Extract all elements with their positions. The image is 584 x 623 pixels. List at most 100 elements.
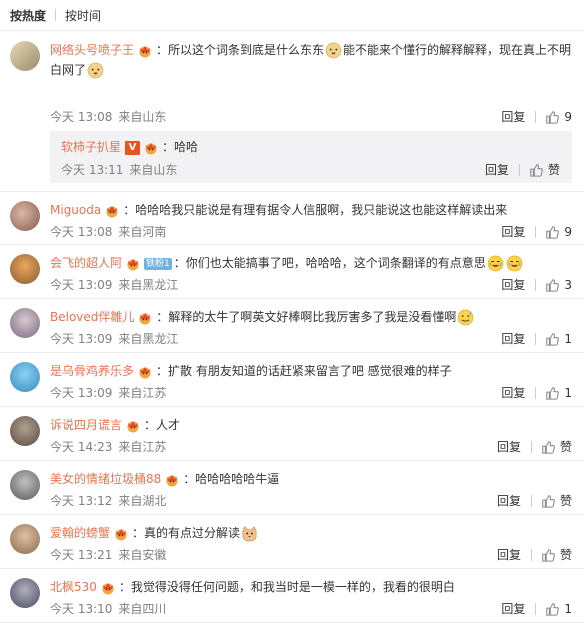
comment-location: 来自河南 bbox=[118, 225, 167, 239]
member-crown-icon bbox=[113, 527, 129, 541]
like-label[interactable]: 赞 bbox=[560, 546, 572, 563]
comment-item: 网络头号喷子王 ：所以这个词条到底是什么东东 能不能来个懂行的解释解释，现在真上不明… bbox=[0, 31, 584, 192]
action-divider bbox=[535, 602, 537, 615]
username-link[interactable]: 网络头号喷子王 bbox=[50, 43, 134, 57]
comment-meta: 今天 13:09 来自黑龙江 bbox=[50, 330, 184, 347]
comment-item: 北枫530 ：我觉得没得任何问题，和我当时是一模一样的，我看的很明白 今天 13:… bbox=[0, 569, 584, 623]
fan-tag-badge: 铁粉1 bbox=[144, 257, 172, 270]
comment-meta: 今天 13:09 来自黑龙江 bbox=[50, 276, 184, 293]
reply-button[interactable]: 回复 bbox=[501, 384, 525, 401]
action-divider bbox=[535, 278, 537, 291]
comment-text: ：哈哈哈哈哈牛逼 bbox=[183, 472, 280, 486]
member-crown-icon bbox=[137, 311, 153, 325]
comment-meta: 今天 13:12 来自湖北 bbox=[50, 492, 172, 509]
sweat-emoji-icon bbox=[457, 309, 474, 326]
sort-by-hot-tab[interactable]: 按热度 bbox=[10, 7, 46, 24]
like-count[interactable]: 3 bbox=[564, 278, 572, 292]
thumbs-up-icon[interactable] bbox=[545, 332, 559, 346]
comment-text: ：我觉得没得任何问题，和我当时是一模一样的，我看的很明白 bbox=[118, 580, 455, 594]
comment-location: 来自黑龙江 bbox=[118, 278, 179, 292]
reply-button[interactable]: 回复 bbox=[497, 438, 521, 455]
member-crown-icon bbox=[125, 419, 141, 433]
reply-location: 来自山东 bbox=[129, 163, 178, 177]
comment-time: 今天 13:10 bbox=[50, 602, 113, 616]
thumbs-up-icon[interactable] bbox=[545, 278, 559, 292]
comment-actions: 回复 1 bbox=[501, 330, 572, 347]
like-count[interactable]: 1 bbox=[564, 602, 572, 616]
avatar[interactable] bbox=[10, 254, 40, 284]
comment-location: 来自四川 bbox=[118, 602, 167, 616]
username-link[interactable]: 诉说四月谎言 bbox=[50, 418, 122, 432]
like-count[interactable]: 1 bbox=[564, 386, 572, 400]
username-link[interactable]: Miguoda bbox=[50, 203, 101, 217]
username-link[interactable]: 美女的情绪垃圾桶88 bbox=[50, 472, 161, 486]
thumbs-up-icon[interactable] bbox=[545, 110, 559, 124]
comment-actions: 回复 1 bbox=[501, 384, 572, 401]
comment-time: 今天 13:09 bbox=[50, 278, 113, 292]
thumbs-up-icon[interactable] bbox=[529, 163, 543, 177]
comment-item: 美女的情绪垃圾桶88 ：哈哈哈哈哈牛逼 今天 13:12 来自湖北 回复 赞 bbox=[0, 461, 584, 515]
username-link[interactable]: 北枫530 bbox=[50, 580, 97, 594]
reply-button[interactable]: 回复 bbox=[501, 108, 525, 125]
reply-button[interactable]: 回复 bbox=[485, 161, 509, 178]
comment-time: 今天 13:09 bbox=[50, 386, 113, 400]
avatar[interactable] bbox=[10, 524, 40, 554]
nested-reply: 软柿子扒星 V ：哈哈 今天 13:11 来自山东 回复 赞 bbox=[50, 131, 572, 183]
like-label[interactable]: 赞 bbox=[548, 161, 560, 178]
doge-emoji-icon bbox=[87, 62, 104, 79]
like-label[interactable]: 赞 bbox=[560, 438, 572, 455]
username-link[interactable]: Beloved伴雛儿 bbox=[50, 310, 134, 324]
sort-bar: 按热度 按时间 bbox=[0, 0, 584, 31]
member-crown-icon bbox=[164, 473, 180, 487]
comment-location: 来自山东 bbox=[118, 110, 167, 124]
username-link[interactable]: 爱翰的螃蟹 bbox=[50, 526, 110, 540]
action-divider bbox=[535, 332, 537, 345]
reply-button[interactable]: 回复 bbox=[497, 492, 521, 509]
like-count[interactable]: 9 bbox=[564, 110, 572, 124]
avatar[interactable] bbox=[10, 308, 40, 338]
username-link[interactable]: 是乌骨鸡养乐多 bbox=[50, 364, 134, 378]
member-crown-icon bbox=[137, 44, 153, 58]
thumbs-up-icon[interactable] bbox=[541, 440, 555, 454]
reply-button[interactable]: 回复 bbox=[501, 330, 525, 347]
reply-username-link[interactable]: 软柿子扒星 bbox=[61, 140, 121, 154]
comment-actions: 回复 赞 bbox=[497, 438, 572, 455]
member-crown-icon bbox=[125, 257, 141, 271]
verified-v-icon: V bbox=[125, 140, 141, 155]
reply-button[interactable]: 回复 bbox=[501, 600, 525, 617]
thumbs-up-icon[interactable] bbox=[545, 602, 559, 616]
avatar[interactable] bbox=[10, 470, 40, 500]
comment-actions: 回复 赞 bbox=[497, 492, 572, 509]
reply-time: 今天 13:11 bbox=[61, 163, 124, 177]
thumbs-up-icon[interactable] bbox=[545, 386, 559, 400]
sort-by-time-tab[interactable]: 按时间 bbox=[65, 7, 101, 24]
avatar[interactable] bbox=[10, 201, 40, 231]
avatar[interactable] bbox=[10, 41, 40, 71]
comment-time: 今天 13:09 bbox=[50, 332, 113, 346]
like-label[interactable]: 赞 bbox=[560, 492, 572, 509]
member-crown-icon bbox=[104, 204, 120, 218]
avatar[interactable] bbox=[10, 362, 40, 392]
reply-actions: 回复 赞 bbox=[485, 161, 560, 178]
avatar[interactable] bbox=[10, 416, 40, 446]
comment-meta: 今天 13:08 来自河南 bbox=[50, 223, 172, 240]
comment-text-part: 所以这个词条到底是什么东东 bbox=[168, 43, 325, 57]
comment-actions: 回复 9 bbox=[501, 108, 572, 125]
reply-text: ：哈哈 bbox=[162, 140, 199, 154]
like-count[interactable]: 1 bbox=[564, 332, 572, 346]
comment-text: ：解释的太牛了啊英文好棒啊比我厉害多了我是没看懂啊 bbox=[156, 310, 457, 324]
username-link[interactable]: 会飞的超人阿 bbox=[50, 256, 122, 270]
comment-location: 来自黑龙江 bbox=[118, 332, 179, 346]
like-count[interactable]: 9 bbox=[564, 225, 572, 239]
comment-meta: 今天 13:08 来自山东 bbox=[50, 108, 172, 125]
reply-button[interactable]: 回复 bbox=[497, 546, 521, 563]
cat-emoji-icon bbox=[241, 525, 258, 542]
comment-time: 今天 13:21 bbox=[50, 548, 113, 562]
thumbs-up-icon[interactable] bbox=[545, 225, 559, 239]
thumbs-up-icon[interactable] bbox=[541, 494, 555, 508]
thumbs-up-icon[interactable] bbox=[541, 548, 555, 562]
comment-text: ：哈哈哈我只能说是有理有据令人信服啊，我只能说这也能这样解读出来 bbox=[123, 203, 508, 217]
reply-button[interactable]: 回复 bbox=[501, 276, 525, 293]
comment-time: 今天 13:08 bbox=[50, 110, 113, 124]
reply-button[interactable]: 回复 bbox=[501, 223, 525, 240]
